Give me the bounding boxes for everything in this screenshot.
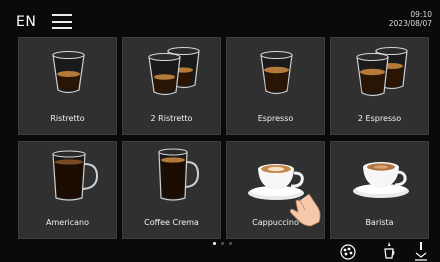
drink-label: 2 Ristretto <box>150 114 193 123</box>
drink-label: Ristretto <box>50 114 85 123</box>
drink-label: Cappuccino <box>252 218 299 227</box>
drink-tile-2-espresso[interactable]: 2 Espresso <box>330 37 429 135</box>
rinse-icon[interactable] <box>414 241 428 261</box>
drink-tile-ristretto[interactable]: Ristretto <box>18 37 117 135</box>
page-dot[interactable] <box>221 242 224 245</box>
drink-grid: Ristretto 2 Ristretto Espresso 2 Espress… <box>18 37 429 239</box>
language-selector[interactable]: EN <box>16 14 36 30</box>
drink-tile-espresso[interactable]: Espresso <box>226 37 325 135</box>
clock: 09:10 2023/08/07 <box>389 10 432 28</box>
drink-label: 2 Espresso <box>357 114 402 123</box>
clock-time: 09:10 <box>410 10 432 19</box>
drink-tile-americano[interactable]: Americano <box>18 141 117 239</box>
milk-drop-icon[interactable] <box>382 241 396 260</box>
drink-tile-2-ristretto[interactable]: 2 Ristretto <box>122 37 221 135</box>
drink-tile-cappuccino[interactable]: Cappuccino <box>226 141 325 239</box>
hamburger-menu-icon[interactable] <box>52 14 72 29</box>
coffee-machine-screen: EN 09:10 2023/08/07 Ristretto 2 Ristrett… <box>0 0 440 262</box>
page-dot-active[interactable] <box>213 242 216 245</box>
drink-label: Barista <box>365 218 394 227</box>
drink-label: Espresso <box>257 114 294 123</box>
bean-selection-icon[interactable] <box>340 244 356 260</box>
drink-label: Coffee Crema <box>144 218 199 227</box>
page-dot[interactable] <box>229 242 232 245</box>
top-bar: EN 09:10 2023/08/07 <box>0 0 440 36</box>
drink-tile-coffee-crema[interactable]: Coffee Crema <box>122 141 221 239</box>
clock-date: 2023/08/07 <box>388 19 432 28</box>
drink-label: Americano <box>46 218 89 227</box>
drink-tile-barista[interactable]: Barista <box>330 141 429 239</box>
